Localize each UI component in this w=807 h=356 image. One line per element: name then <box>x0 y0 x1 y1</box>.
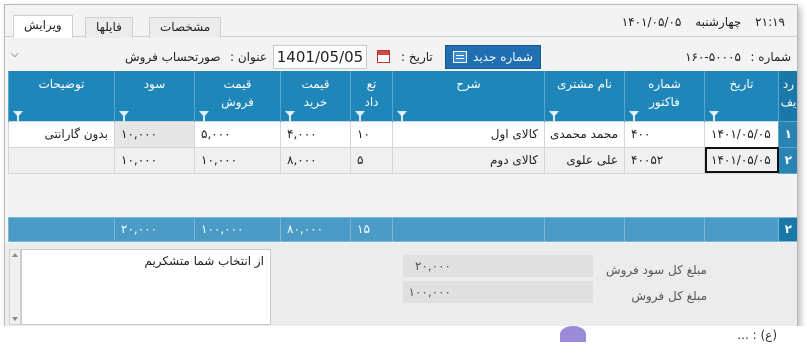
title-value[interactable]: صورتحساب فروش <box>125 50 221 64</box>
filter-icon[interactable] <box>199 110 209 121</box>
row-number[interactable]: ۱ <box>778 120 797 148</box>
torn-edge <box>0 326 807 356</box>
col-header-customer[interactable]: نام مشتری <box>544 71 625 121</box>
chevron-down-icon[interactable]: ⌵ <box>11 49 19 60</box>
cell-sell[interactable]: ۱۰,۰۰۰ <box>194 146 281 174</box>
total-profit-label: مبلغ کل سود فروش <box>605 263 707 277</box>
total-buy: ۸۰,۰۰۰ <box>280 216 351 242</box>
filter-icon[interactable] <box>119 110 129 121</box>
invoice-table: رد یف تاریخ شماره فاکتور نام مشتری شرح تع د… <box>8 71 797 242</box>
col-header-invoice[interactable]: شماره فاکتور <box>624 71 705 121</box>
col-header-notes[interactable]: توضیحات <box>8 71 115 121</box>
total-profit-value: ۲۰,۰۰۰ <box>403 255 593 277</box>
memo-field[interactable]: از انتخاب شما متشکریم <box>21 249 271 325</box>
number-value: ۱۶۰-۵۰۰۰۵ <box>685 50 741 64</box>
number-label: شماره : <box>750 50 791 64</box>
date-time-display: ۲۱:۱۹ چهارشنبه ۱۴۰۱/۰۵/۰۵ <box>612 15 785 29</box>
total-sales-value: ۱۰۰,۰۰۰ <box>403 281 593 303</box>
cell-invoice[interactable]: ۴۰۰۵۲ <box>624 146 705 174</box>
totals-row: ۲ ۱۵ ۸۰,۰۰۰ ۱۰۰,۰۰۰ ۲۰,۰۰۰ <box>8 216 797 242</box>
col-header-rownum[interactable]: رد یف <box>778 71 797 121</box>
total-sell: ۱۰۰,۰۰۰ <box>194 216 281 242</box>
clock-day: چهارشنبه <box>695 15 742 29</box>
col-header-profit[interactable]: سود <box>114 71 195 121</box>
new-number-label: شماره جدید <box>473 50 533 64</box>
col-header-qty[interactable]: تع داد <box>350 71 393 121</box>
cell-profit: ۱۰,۰۰۰ <box>114 120 195 148</box>
cell-buy[interactable]: ۸,۰۰۰ <box>280 146 351 174</box>
status-bar-text: (ع) : ... <box>737 328 777 342</box>
cell-invoice[interactable]: ۴۰۰ <box>624 120 705 148</box>
tab-strip: ویرایش فایلها مشخصات ۲۱:۱۹ چهارشنبه ۱۴۰۱… <box>5 5 797 38</box>
form-window: ویرایش فایلها مشخصات ۲۱:۱۹ چهارشنبه ۱۴۰۱… <box>4 4 798 348</box>
row-count: ۲ <box>778 216 797 242</box>
tab-edit[interactable]: ویرایش <box>13 15 73 38</box>
tab-details[interactable]: مشخصات <box>149 17 222 38</box>
row-number[interactable]: ۲ <box>778 146 797 174</box>
empty-space <box>8 173 797 217</box>
memo-scrollbar[interactable] <box>9 249 21 325</box>
table-row[interactable]: ۱ ۱۴۰۱/۰۵/۰۵ ۴۰۰ محمد محمدی کالای اول ۱۰… <box>8 120 797 148</box>
tab-files[interactable]: فایلها <box>85 17 133 38</box>
total-profit: ۲۰,۰۰۰ <box>114 216 195 242</box>
filter-icon[interactable] <box>285 110 295 121</box>
filter-icon[interactable] <box>13 110 23 121</box>
cell-desc[interactable]: کالای دوم <box>392 146 545 174</box>
new-number-button[interactable]: شماره جدید <box>445 45 541 69</box>
status-indicator <box>560 326 586 342</box>
title-label: عنوان : <box>230 50 267 64</box>
cell-notes[interactable]: بدون گارانتی <box>8 120 115 148</box>
col-header-sell[interactable]: قیمت فروش <box>194 71 281 121</box>
cell-sell[interactable]: ۵,۰۰۰ <box>194 120 281 148</box>
cell-qty[interactable]: ۵ <box>350 146 393 174</box>
filter-icon[interactable] <box>709 110 719 121</box>
clock-time: ۲۱:۱۹ <box>755 15 785 29</box>
col-header-desc[interactable]: شرح <box>392 71 545 121</box>
filter-icon[interactable] <box>397 110 407 121</box>
cell-customer[interactable]: محمد محمدی <box>544 120 625 148</box>
col-header-buy[interactable]: قیمت خرید <box>280 71 351 121</box>
filter-icon[interactable] <box>549 110 559 121</box>
invoice-grid: رد یف تاریخ شماره فاکتور نام مشتری شرح تع د… <box>5 71 797 243</box>
calendar-icon[interactable] <box>377 50 390 63</box>
date-field[interactable]: 1401/05/05 <box>273 45 367 69</box>
clock-date: ۱۴۰۱/۰۵/۰۵ <box>621 15 682 29</box>
list-icon <box>453 51 468 63</box>
total-sales-label: مبلغ کل فروش <box>631 289 707 303</box>
cell-profit: ۱۰,۰۰۰ <box>114 146 195 174</box>
filter-icon[interactable] <box>355 110 365 121</box>
document-header: شماره : ۱۶۰-۵۰۰۰۵ شماره جدید تاریخ : 140… <box>5 43 797 71</box>
total-qty: ۱۵ <box>350 216 393 242</box>
cell-desc[interactable]: کالای اول <box>392 120 545 148</box>
cell-date[interactable]: ۱۴۰۱/۰۵/۰۵ <box>704 120 779 148</box>
grid-header-row: رد یف تاریخ شماره فاکتور نام مشتری شرح تع د… <box>8 71 797 121</box>
filter-icon[interactable] <box>629 110 639 121</box>
cell-qty[interactable]: ۱۰ <box>350 120 393 148</box>
date-label: تاریخ : <box>401 50 433 64</box>
table-row[interactable]: ۲ ۱۴۰۱/۰۵/۰۵ ۴۰۰۵۲ علی علوی کالای دوم ۵ … <box>8 146 797 174</box>
cell-date[interactable]: ۱۴۰۱/۰۵/۰۵ <box>704 146 779 174</box>
col-header-date[interactable]: تاریخ <box>704 71 779 121</box>
cell-customer[interactable]: علی علوی <box>544 146 625 174</box>
cell-notes[interactable] <box>8 146 115 174</box>
cell-buy[interactable]: ۴,۰۰۰ <box>280 120 351 148</box>
